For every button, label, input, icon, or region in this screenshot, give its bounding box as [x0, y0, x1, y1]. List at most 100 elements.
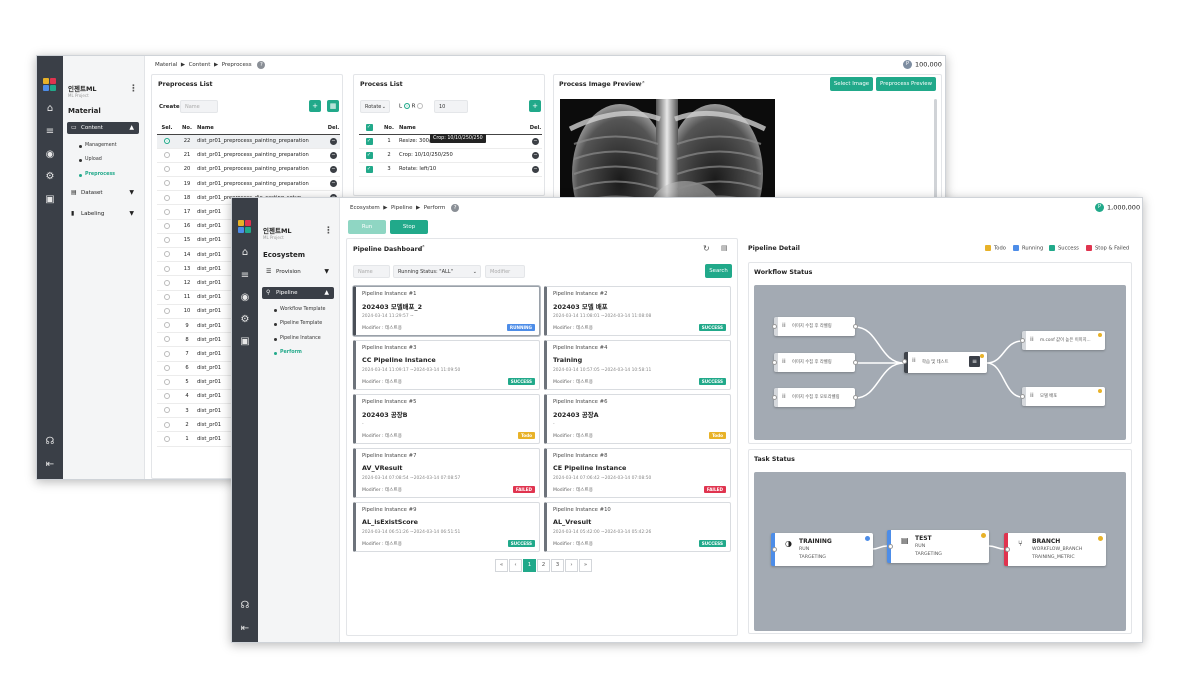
delete-icon[interactable]: − — [330, 165, 337, 173]
workflow-node[interactable]: ⁞⁞ 이미지 수집 후 라벨링 — [772, 317, 858, 336]
brain-icon[interactable]: ◉ — [44, 149, 56, 161]
workflow-node[interactable]: ⁞⁞ 이미지 수집 후 라벨링 — [772, 353, 858, 372]
row-radio[interactable] — [164, 293, 170, 300]
stop-button[interactable]: Stop — [390, 220, 428, 234]
save-button[interactable]: ▦ — [327, 100, 339, 112]
run-button[interactable]: Run — [348, 220, 386, 234]
task-node[interactable]: ▤ TEST RUN TARGETING — [887, 530, 989, 563]
menu-item-content[interactable]: ▭ Content ▲ — [67, 122, 139, 134]
operation-select[interactable]: Rotate ⌄ — [360, 100, 390, 113]
row-radio[interactable] — [164, 308, 170, 315]
database-icon[interactable]: ≡ — [44, 126, 56, 138]
table-row[interactable]: 20 dist_pr01_preprocess_painting_preparat… — [157, 162, 340, 178]
submenu-pipeline-instance[interactable]: Pipeline Instance — [274, 336, 321, 341]
gear-icon[interactable]: ⚙ — [44, 171, 56, 183]
table-row[interactable]: 19 dist_pr01_preprocess_painting_preparat… — [157, 176, 340, 192]
submenu-workflow-template[interactable]: Workflow Template — [273, 307, 325, 312]
value-input[interactable]: 10 — [434, 100, 468, 113]
row-radio[interactable] — [164, 393, 170, 400]
row-radio[interactable] — [164, 279, 170, 286]
delete-icon[interactable]: − — [330, 180, 337, 188]
row-radio[interactable] — [164, 237, 170, 244]
prev-page-icon[interactable]: ‹ — [509, 559, 522, 572]
workflow-node-main[interactable]: ⁞⁞ 학습 및 테스트 ≡ — [902, 352, 987, 373]
name-input[interactable]: Name — [180, 100, 218, 113]
row-radio[interactable] — [164, 350, 170, 357]
table-row[interactable]: 22 dist_pr01_preprocess_painting_preparat… — [157, 134, 340, 149]
row-radio[interactable] — [164, 265, 170, 272]
col-check[interactable]: ✓ — [359, 122, 379, 135]
pipeline-instance-card[interactable]: Pipeline Instance #5 202403 공장B - Modifier … — [353, 394, 540, 444]
submenu-preprocess[interactable]: Preprocess — [78, 172, 115, 177]
menu-item-pipeline[interactable]: ⚲ Pipeline ▲ — [262, 287, 334, 299]
delete-icon[interactable]: − — [330, 137, 337, 145]
submenu-perform[interactable]: Perform — [274, 350, 302, 355]
task-node[interactable]: ◑ TRAINING RUN TARGETING — [771, 533, 873, 566]
page-button[interactable]: 2 — [537, 559, 550, 572]
task-node[interactable]: ⑂ BRANCH WORKFLOW_BRANCH TRAINING_METRIC — [1004, 533, 1106, 566]
add-button[interactable]: + — [309, 100, 321, 112]
table-row[interactable]: ✓ 2 Crop: 10/10/250/250− — [359, 148, 542, 163]
database-icon[interactable]: ≡ — [239, 270, 251, 282]
check-icon[interactable]: ✓ — [365, 124, 373, 132]
breadcrumb-item[interactable]: Content — [189, 62, 211, 68]
pipeline-instance-card[interactable]: Pipeline Instance #1 202403 모델배포_2 2024-03… — [353, 286, 540, 336]
workflow-node[interactable]: ⁞⁞ 이미지 수집 후 모토라벨링 — [772, 388, 858, 407]
row-radio[interactable] — [164, 137, 170, 144]
pipeline-instance-card[interactable]: Pipeline Instance #2 202403 모델 배포 2024-03-… — [544, 286, 731, 336]
last-page-icon[interactable]: » — [579, 559, 592, 572]
row-radio[interactable] — [164, 407, 170, 414]
row-radio[interactable] — [164, 208, 170, 215]
status-select[interactable]: Running Status: "ALL" ⌄ — [393, 265, 481, 278]
page-button[interactable]: 1 — [523, 559, 536, 572]
monitor-icon[interactable]: ▣ — [239, 336, 251, 348]
row-radio[interactable] — [164, 222, 170, 229]
delete-icon[interactable]: − — [330, 151, 337, 159]
pipeline-instance-card[interactable]: Pipeline Instance #9 AL_isExistScore 2024-… — [353, 502, 540, 552]
help-icon[interactable]: ? — [257, 61, 266, 69]
radio-right[interactable] — [417, 103, 424, 109]
check-icon[interactable]: ✓ — [365, 151, 373, 159]
pipeline-instance-card[interactable]: Pipeline Instance #6 202403 공장A - Modifier … — [544, 394, 731, 444]
gear-icon[interactable]: ⚙ — [239, 314, 251, 326]
check-icon[interactable]: ✓ — [365, 165, 373, 173]
select-image-button[interactable]: Select Image — [830, 77, 873, 91]
row-radio[interactable] — [164, 166, 170, 173]
page-button[interactable]: 3 — [551, 559, 564, 572]
check-icon[interactable]: ✓ — [365, 137, 373, 145]
breadcrumb-item[interactable]: Material — [155, 62, 177, 68]
row-radio[interactable] — [164, 435, 170, 442]
delete-icon[interactable]: − — [532, 151, 539, 159]
name-input[interactable]: Name — [353, 265, 390, 278]
brain-icon[interactable]: ◉ — [239, 292, 251, 304]
row-radio[interactable] — [164, 421, 170, 428]
table-row[interactable]: 21 dist_pr01_preprocess_painting_preparat… — [157, 148, 340, 163]
submenu-upload[interactable]: Upload — [79, 157, 102, 162]
delete-icon[interactable]: − — [532, 137, 539, 145]
headset-icon[interactable]: ☊ — [44, 436, 56, 448]
table-row[interactable]: ✓ 3 Rotate: left/10− — [359, 162, 542, 178]
radio-left[interactable] — [403, 103, 410, 109]
help-icon[interactable]: ? — [451, 204, 460, 212]
delete-icon[interactable]: − — [532, 165, 539, 173]
search-button[interactable]: Search — [705, 264, 732, 278]
breadcrumb-item[interactable]: Ecosystem — [350, 205, 380, 211]
export-icon[interactable]: ▤ — [721, 244, 728, 252]
pipeline-instance-card[interactable]: Pipeline Instance #10 AL_Vresult 2024-03-1… — [544, 502, 731, 552]
more-icon[interactable]: ⋮ — [129, 84, 138, 94]
row-radio[interactable] — [164, 152, 170, 159]
monitor-icon[interactable]: ▣ — [44, 194, 56, 206]
add-process-button[interactable]: + — [529, 100, 541, 112]
preprocess-preview-button[interactable]: Preprocess Preview — [876, 77, 936, 91]
modifier-input[interactable]: Modifier — [485, 265, 525, 278]
workflow-node[interactable]: ⁞⁞ 모델 배포 — [1020, 387, 1105, 406]
more-icon[interactable]: ⋮ — [324, 226, 333, 236]
headset-icon[interactable]: ☊ — [239, 600, 251, 612]
breadcrumb-item[interactable]: Pipeline — [391, 205, 413, 211]
expand-icon[interactable]: ⤢ — [639, 80, 645, 89]
row-radio[interactable] — [164, 364, 170, 371]
menu-item-dataset[interactable]: ▤ Dataset ▼ — [67, 187, 139, 199]
row-radio[interactable] — [164, 194, 170, 201]
logout-icon[interactable]: ⇤ — [239, 623, 251, 635]
next-page-icon[interactable]: › — [565, 559, 578, 572]
